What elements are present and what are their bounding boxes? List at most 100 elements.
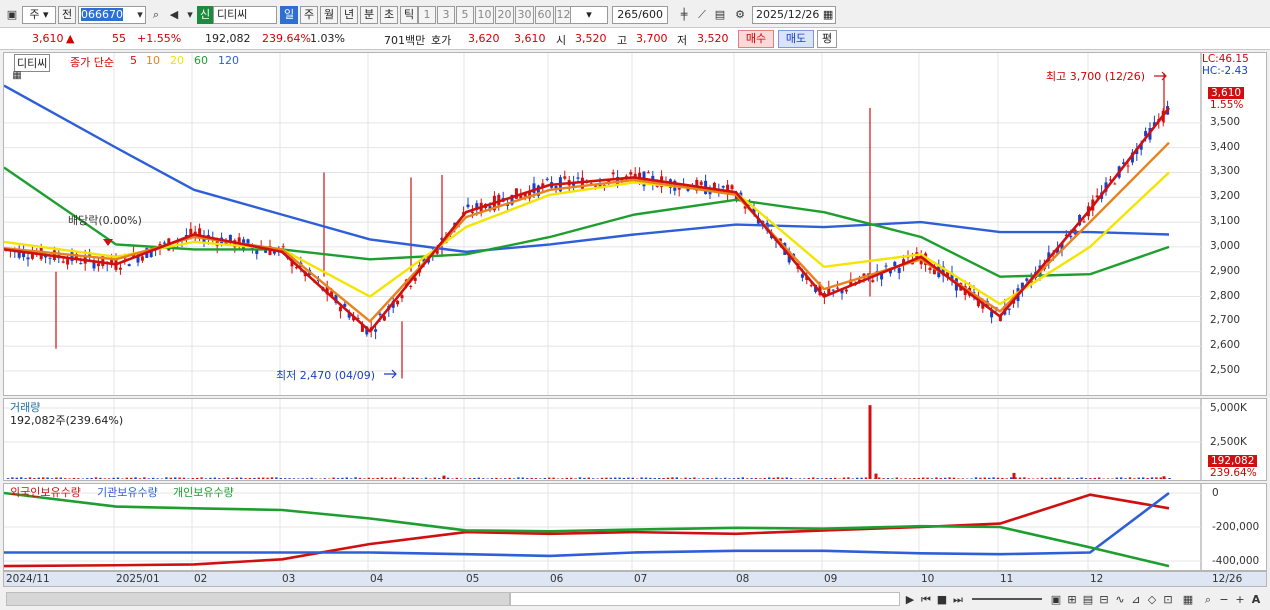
font-size-icon[interactable]: A (1248, 591, 1264, 609)
candle-body (127, 264, 131, 267)
calculator-icon[interactable]: ▦ (9, 67, 25, 85)
volume-bar (565, 477, 568, 479)
volume-bar (59, 477, 62, 479)
period-button[interactable]: 분 (360, 6, 378, 24)
volume-bar (944, 477, 947, 479)
scroll-track[interactable] (6, 592, 510, 606)
tool-icon-9[interactable]: ▦ (1180, 591, 1196, 609)
zoom-in-icon[interactable]: + (1232, 591, 1248, 609)
buy-button[interactable]: 매수 (738, 30, 774, 48)
volume-bar (15, 477, 18, 479)
volume-bar (640, 477, 643, 479)
interval-button[interactable]: 5 (456, 6, 474, 24)
interval-button[interactable]: 3 (437, 6, 455, 24)
current-pct-tag: 1.55% (1210, 99, 1244, 111)
volume-bar (1142, 477, 1145, 479)
custom-interval-select[interactable]: ▾ (570, 6, 608, 24)
interval-button[interactable]: 20 (495, 6, 514, 24)
volume-bar (455, 477, 458, 479)
candle-body (48, 257, 52, 259)
period-button[interactable]: 일 (280, 6, 298, 24)
zoom-out-icon[interactable]: − (1216, 591, 1232, 609)
volume-bar (895, 477, 898, 479)
candle-type-icon[interactable]: ╪ (676, 6, 692, 24)
search-icon[interactable]: ⌕ (148, 6, 164, 24)
volume-bar (46, 477, 49, 479)
volume-bar (248, 477, 252, 479)
volume-bar (438, 478, 441, 479)
prev-button[interactable]: 전 (58, 6, 76, 24)
tool-icon-3[interactable]: ▤ (1080, 591, 1096, 609)
period-type-select[interactable]: 주 ▾ (22, 6, 56, 24)
interval-button[interactable]: 10 (475, 6, 494, 24)
interval-button[interactable]: 60 (535, 6, 554, 24)
x-axis-label: 2024/11 (6, 573, 50, 585)
stop-icon[interactable]: ■ (934, 591, 950, 609)
period-button[interactable]: 년 (340, 6, 358, 24)
eval-button[interactable]: 평 (817, 30, 837, 48)
line-tool-icon[interactable]: ⟋ (694, 6, 710, 24)
volume-bar (785, 477, 788, 479)
volume-bar (521, 477, 524, 479)
volume-bar (1071, 478, 1074, 479)
period-type-value: 주 (29, 8, 40, 21)
volume-bar (710, 478, 714, 479)
volume-bar (1049, 477, 1052, 479)
zoom-slider[interactable] (972, 598, 1042, 600)
forward-icon[interactable]: ⏭ (950, 591, 966, 609)
volume-bar (583, 477, 586, 479)
menu-arrow-icon[interactable]: ▾ (182, 6, 198, 24)
scroll-thumb[interactable] (510, 592, 900, 606)
tool-icon-7[interactable]: ◇ (1144, 591, 1160, 609)
gear-icon[interactable]: ⚙ (732, 6, 748, 24)
volume-bar (790, 477, 793, 479)
volume-bar (1018, 477, 1022, 479)
candle-body (884, 265, 888, 267)
candle-body (118, 267, 122, 270)
tool-icon-5[interactable]: ∿ (1112, 591, 1128, 609)
x-axis-end-label: 12/26 (1212, 573, 1243, 585)
volume-bar (103, 478, 106, 479)
high-price: 3,700 (636, 32, 668, 45)
bar-count-field[interactable]: 265/600 (612, 6, 668, 24)
tool-icon-6[interactable]: ⊿ (1128, 591, 1144, 609)
volume-bar (543, 478, 546, 479)
volume-bar (688, 478, 692, 479)
rewind-icon[interactable]: ⏮ (918, 591, 934, 609)
magnifier-icon[interactable]: ⌕ (1200, 591, 1216, 609)
volume-chart-svg[interactable] (4, 399, 1266, 480)
period-button[interactable]: 틱 (400, 6, 418, 24)
volume-bar (930, 478, 934, 479)
candle-body (470, 211, 474, 214)
volume-bar (1040, 477, 1044, 479)
dropdown-icon[interactable]: ▾ (132, 6, 148, 24)
price-chart-svg[interactable] (4, 53, 1266, 395)
candle-body (545, 178, 549, 180)
low-price: 3,520 (697, 32, 729, 45)
period-button[interactable]: 주 (300, 6, 318, 24)
volume-bar (1168, 478, 1171, 479)
tool-icon-2[interactable]: ⊞ (1064, 591, 1080, 609)
chart-window-icon[interactable]: ▣ (4, 6, 20, 24)
volume-bar (323, 478, 326, 479)
volume-bar (618, 477, 621, 479)
interval-button[interactable]: 1 (418, 6, 436, 24)
x-axis-label: 10 (921, 573, 935, 585)
volume-bar (68, 478, 71, 479)
sell-button[interactable]: 매도 (778, 30, 814, 48)
volume-bar (631, 477, 634, 479)
tool-icon-1[interactable]: ▣ (1048, 591, 1064, 609)
volume-bar (1089, 478, 1092, 479)
date-field[interactable]: 2025/12/26 ▦ (752, 6, 836, 24)
save-icon[interactable]: ▤ (712, 6, 728, 24)
period-button[interactable]: 월 (320, 6, 338, 24)
speaker-icon[interactable]: ◀ (166, 6, 182, 24)
calendar-icon[interactable]: ▦ (823, 8, 833, 21)
tool-icon-8[interactable]: ⊡ (1160, 591, 1176, 609)
stock-name-field[interactable]: 디티씨 (213, 6, 277, 24)
play-icon[interactable]: ▶ (902, 591, 918, 609)
candle-body (928, 267, 932, 271)
interval-button[interactable]: 30 (515, 6, 534, 24)
tool-icon-4[interactable]: ⊟ (1096, 591, 1112, 609)
period-button[interactable]: 초 (380, 6, 398, 24)
